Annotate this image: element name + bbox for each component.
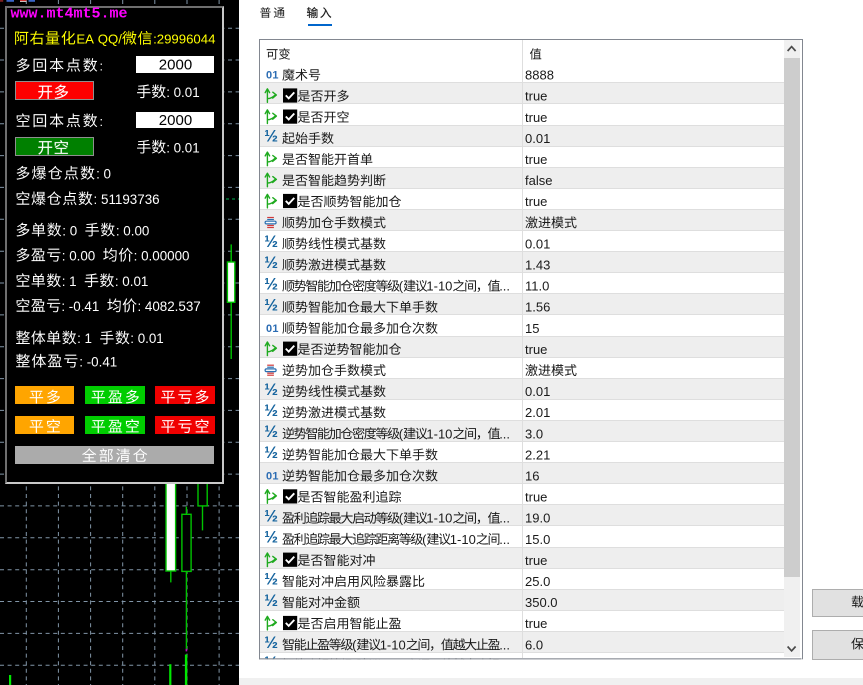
svg-text::: : (134, 248, 138, 263)
svg-text:15: 15 (525, 321, 539, 336)
svg-text:QQ/: QQ/ (98, 32, 123, 47)
svg-text:½: ½ (264, 402, 278, 420)
svg-text::: : (96, 167, 100, 182)
svg-text:true: true (525, 194, 547, 209)
svg-text::: : (62, 274, 66, 289)
svg-text:0.01: 0.01 (174, 140, 200, 155)
svg-text:6.0: 6.0 (525, 637, 543, 652)
svg-text:½: ½ (264, 444, 278, 462)
svg-text::: : (77, 331, 81, 346)
svg-text::: : (94, 192, 98, 207)
svg-text:0.01: 0.01 (122, 274, 148, 289)
svg-text::: : (116, 223, 120, 238)
svg-text:0.00000: 0.00000 (141, 248, 189, 263)
svg-text:½: ½ (264, 254, 278, 272)
svg-text:0.01: 0.01 (525, 236, 550, 251)
svg-text:1.43: 1.43 (525, 258, 550, 273)
svg-text:1: 1 (85, 331, 92, 346)
svg-text:true: true (525, 490, 547, 505)
svg-text::: : (138, 299, 142, 314)
svg-text:www.mt4mt5.me: www.mt4mt5.me (11, 6, 128, 23)
svg-text:01: 01 (266, 70, 279, 82)
svg-text:(: ( (352, 637, 357, 652)
svg-text:½: ½ (264, 571, 278, 589)
svg-text:½: ½ (264, 233, 278, 251)
svg-text:EA: EA (76, 32, 94, 47)
svg-text:-0.41: -0.41 (87, 354, 118, 369)
svg-text::: : (166, 85, 170, 100)
svg-text:0.01: 0.01 (525, 384, 550, 399)
svg-text:false: false (525, 173, 552, 188)
svg-text:51193736: 51193736 (101, 192, 160, 207)
svg-text:1-10: 1-10 (426, 426, 452, 441)
svg-text:½: ½ (264, 381, 278, 399)
svg-text:15.0: 15.0 (525, 532, 550, 547)
svg-text:true: true (525, 89, 547, 104)
svg-text:(: ( (399, 511, 404, 526)
svg-text:350.0: 350.0 (525, 595, 558, 610)
svg-text:16: 16 (525, 469, 539, 484)
svg-text:0.01: 0.01 (525, 131, 550, 146)
svg-text:(: ( (399, 279, 404, 294)
svg-text:1-10: 1-10 (380, 637, 406, 652)
svg-text:3.0: 3.0 (525, 426, 543, 441)
svg-text::: : (79, 354, 83, 369)
svg-text:(: ( (399, 426, 404, 441)
svg-text::: : (115, 274, 119, 289)
svg-text:1.56: 1.56 (525, 300, 550, 315)
svg-text:1-10: 1-10 (426, 279, 452, 294)
svg-text:2000: 2000 (159, 56, 192, 73)
svg-text:8888: 8888 (525, 68, 554, 83)
svg-text:½: ½ (264, 128, 278, 146)
svg-text:01: 01 (266, 323, 279, 335)
svg-text:11.0: 11.0 (525, 279, 549, 294)
svg-text:true: true (525, 110, 547, 125)
svg-text:0.01: 0.01 (174, 85, 200, 100)
svg-text:½: ½ (264, 634, 278, 652)
svg-text:true: true (525, 152, 547, 167)
svg-text:...: ... (499, 279, 510, 294)
svg-text:true: true (525, 616, 547, 631)
svg-text::: : (61, 299, 65, 314)
svg-text:2.01: 2.01 (525, 405, 550, 420)
svg-text:½: ½ (264, 507, 278, 525)
svg-text:1-10: 1-10 (426, 511, 452, 526)
svg-text:½: ½ (264, 423, 278, 441)
svg-text:-0.41: -0.41 (69, 299, 100, 314)
svg-text:25.0: 25.0 (525, 574, 550, 589)
svg-text::: : (100, 60, 104, 74)
svg-text:...: ... (499, 511, 510, 526)
svg-text:0.00: 0.00 (69, 248, 95, 263)
svg-text::: : (130, 331, 134, 346)
svg-text:½: ½ (264, 275, 278, 293)
svg-text:true: true (525, 553, 547, 568)
svg-text:true: true (525, 342, 547, 357)
svg-text::: : (62, 248, 66, 263)
svg-text:0: 0 (104, 167, 111, 182)
svg-text:0.01: 0.01 (138, 331, 164, 346)
svg-text::: : (166, 140, 170, 155)
svg-text:1-10: 1-10 (450, 532, 476, 547)
svg-text::: : (100, 115, 104, 129)
svg-text:...: ... (499, 532, 510, 547)
svg-text:0: 0 (70, 223, 77, 238)
svg-text:01: 01 (266, 471, 279, 483)
svg-text:1: 1 (69, 274, 76, 289)
svg-text:4082.537: 4082.537 (145, 299, 201, 314)
svg-text:2.21: 2.21 (525, 447, 550, 462)
svg-text::29996044: :29996044 (153, 32, 215, 47)
svg-text:(: ( (422, 532, 427, 547)
svg-text:2000: 2000 (159, 112, 192, 129)
svg-text:0.00: 0.00 (123, 223, 149, 238)
svg-text:½: ½ (264, 529, 278, 547)
svg-text:...: ... (499, 426, 510, 441)
svg-text:...: ... (499, 637, 510, 652)
svg-text::: : (62, 223, 66, 238)
svg-text:½: ½ (264, 592, 278, 610)
svg-text:½: ½ (264, 296, 278, 314)
svg-text:19.0: 19.0 (525, 511, 550, 526)
